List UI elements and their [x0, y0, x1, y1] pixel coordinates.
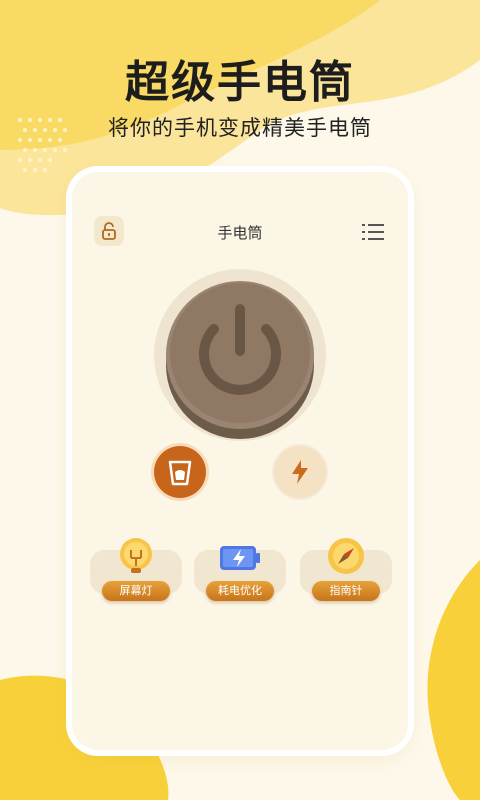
feature-label: 指南针	[312, 581, 380, 601]
feature-label: 屏幕灯	[102, 581, 170, 601]
power-button[interactable]	[152, 267, 328, 443]
feature-compass[interactable]: 指南针	[300, 538, 392, 602]
battery-icon	[220, 546, 260, 570]
feature-label: 耗电优化	[206, 581, 274, 601]
flash-button[interactable]	[274, 446, 326, 498]
list-menu-icon[interactable]	[360, 220, 386, 244]
app-topbar: 手电筒	[72, 216, 408, 248]
feature-battery-optimize[interactable]: 耗电优化	[194, 540, 286, 602]
hero-subtitle: 将你的手机变成精美手电筒	[108, 116, 372, 140]
compass-icon	[328, 538, 364, 574]
cup-icon	[168, 460, 192, 486]
bulb-icon	[120, 538, 152, 573]
lightning-bolt-icon	[292, 460, 308, 484]
feature-screen-light[interactable]: 屏幕灯	[90, 538, 182, 602]
cup-button[interactable]	[154, 446, 206, 498]
hero-title: 超级手电筒	[125, 57, 355, 108]
app-title: 手电筒	[217, 224, 263, 242]
app-screen: 手电筒 屏幕灯 耗电优化 指南针	[72, 172, 408, 750]
